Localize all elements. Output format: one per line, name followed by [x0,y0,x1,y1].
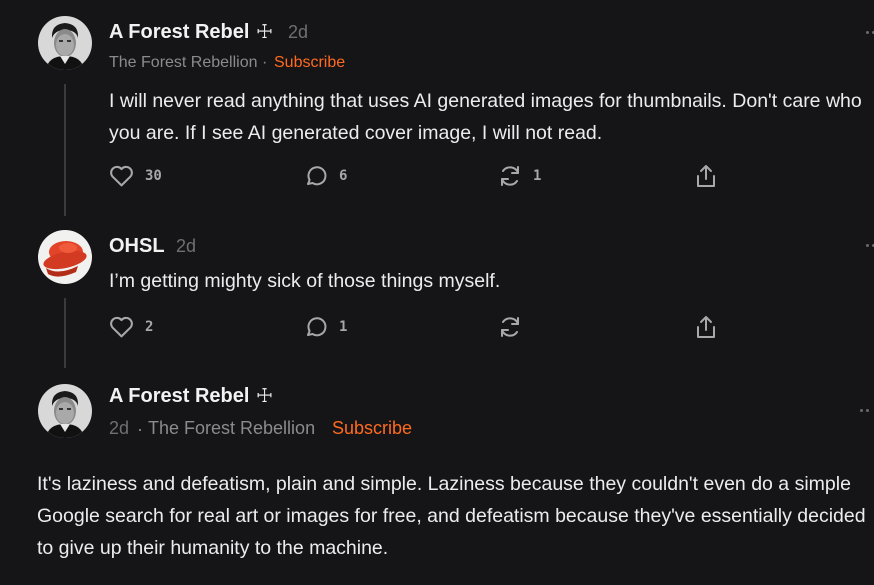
reply-count: 1 [339,319,348,335]
heart-icon [110,165,133,187]
thread-line [64,298,66,368]
restack-icon [501,317,519,337]
subscribe-link[interactable]: Subscribe [332,418,412,439]
like-button[interactable]: 2 [109,315,153,338]
author-photo [38,230,92,284]
heart-icon [110,316,133,338]
reply-count: 6 [339,168,348,184]
publication-name[interactable]: The Forest Rebellion [148,418,315,439]
share-button[interactable] [694,314,718,340]
author-name[interactable]: A Forest Rebel [109,21,249,44]
more-icon[interactable] [860,243,874,249]
comment-age[interactable]: 2d [109,418,129,439]
comment-bubble-icon [307,317,327,337]
subscribe-link[interactable]: Subscribe [274,54,345,72]
meta-separator: · [137,419,143,439]
like-button[interactable]: 30 [109,164,162,187]
restack-button[interactable]: 1 [498,164,541,188]
avatar[interactable] [38,384,92,438]
avatar[interactable] [38,230,92,284]
share-button[interactable] [694,163,718,189]
share-icon [697,165,715,187]
more-icon[interactable] [854,408,874,414]
author-name[interactable]: A Forest Rebel [109,385,249,408]
share-icon [697,316,715,338]
reply-button[interactable]: 1 [304,315,347,339]
reply-button[interactable]: 6 [304,164,347,188]
like-count: 2 [145,318,154,335]
thread-line [64,84,66,216]
comment-text: I will never read anything that uses AI … [109,90,862,144]
publication-name[interactable]: The Forest Rebellion [109,54,258,72]
author-name[interactable]: OHSL [109,235,165,258]
comment-text: I’m getting mighty sick of those things … [109,270,501,292]
author-symbol: ☩ [256,386,274,407]
restack-button[interactable] [498,315,533,339]
like-count: 30 [145,167,162,184]
comment-text: It's laziness and defeatism, plain and s… [37,473,866,559]
restack-icon [501,166,519,186]
meta-separator: · [262,54,268,71]
author-symbol: ☩ [256,22,274,43]
author-photo [38,16,92,70]
avatar[interactable] [38,16,92,70]
comment-age[interactable]: 2d [176,236,196,257]
comment-bubble-icon [307,166,327,186]
author-photo [38,384,92,438]
restack-count: 1 [533,168,542,184]
comment-age[interactable]: 2d [288,22,308,43]
more-icon[interactable] [860,30,874,36]
